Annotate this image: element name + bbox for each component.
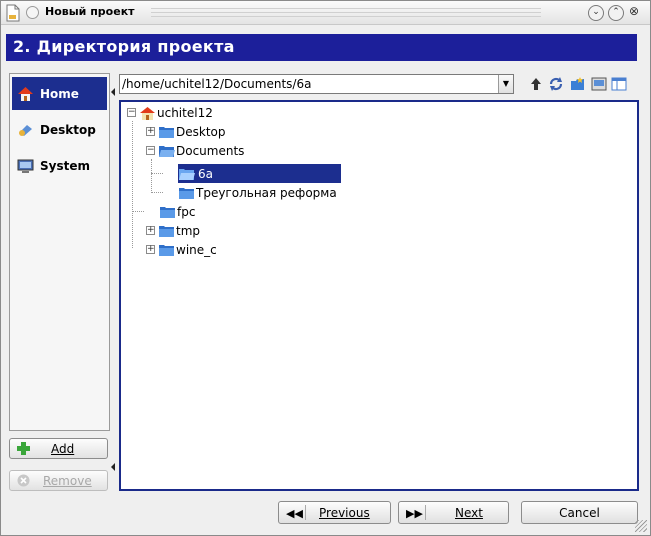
places-sidebar: Home Desktop System (9, 73, 110, 431)
splitter-handle-bottom[interactable] (111, 463, 115, 471)
title-bar[interactable]: Новый проект ⌄ ⌃ ⊗ (1, 1, 650, 25)
previous-button[interactable]: ◀◀ Previous (278, 501, 391, 524)
tree-node-label: Documents (176, 143, 245, 158)
desktop-icon (19, 125, 32, 136)
path-field[interactable]: /home/uchitel12/Documents/6a (122, 77, 311, 91)
collapse-icon[interactable]: − (146, 146, 155, 155)
resize-grip[interactable] (635, 520, 647, 532)
tree-node-fpc[interactable]: fpc (159, 202, 195, 221)
up-arrow-icon[interactable] (528, 76, 544, 92)
expand-icon[interactable]: + (146, 245, 155, 254)
folder-open-icon (159, 145, 175, 157)
tree-node-desktop[interactable]: + Desktop (146, 122, 226, 141)
new-folder-icon[interactable] (570, 76, 586, 92)
cancel-button[interactable]: Cancel (521, 501, 638, 524)
expand-icon[interactable]: + (146, 226, 155, 235)
home-icon (18, 87, 33, 101)
sidebar-item-home[interactable]: Home (12, 77, 107, 110)
add-button-label: Add (51, 441, 75, 456)
tree-node-wine-c[interactable]: + wine_c (146, 240, 217, 259)
sidebar-item-label: System (40, 158, 90, 173)
tree-node-6a[interactable]: 6a (178, 164, 341, 183)
previous-button-label: Previous (319, 505, 370, 520)
tree-node-label: 6a (196, 166, 215, 181)
folder-icon (159, 225, 174, 237)
home-folder-icon (140, 106, 155, 120)
folder-icon (159, 126, 174, 138)
sidebar-item-system[interactable]: System (12, 149, 107, 182)
expand-icon[interactable]: + (146, 127, 155, 136)
sidebar-item-label: Desktop (40, 122, 96, 137)
tree-node-documents[interactable]: − Documents (146, 141, 244, 160)
tree-node-label: tmp (176, 223, 201, 238)
add-button[interactable]: Add (9, 438, 108, 459)
remove-icon (17, 474, 30, 487)
tree-node-tmp[interactable]: + tmp (146, 221, 200, 240)
directory-tree[interactable]: − uchitel12 + Desktop − Documents 6a Тре… (119, 100, 639, 491)
show-preview-icon[interactable] (591, 76, 607, 92)
tree-node-label: Треугольная реформа (196, 185, 337, 200)
remove-button-label: Remove (43, 473, 92, 488)
tree-node-label: wine_c (176, 242, 217, 257)
tree-node-root[interactable]: − uchitel12 (127, 103, 213, 122)
tree-node-treugolnaya-reforma[interactable]: Треугольная реформа (178, 183, 337, 202)
folder-open-icon (179, 168, 195, 180)
new-project-dialog: Новый проект ⌄ ⌃ ⊗ 2. Директория проекта… (0, 0, 651, 536)
system-icon (17, 159, 34, 173)
tree-node-label: fpc (177, 204, 196, 219)
tree-node-label: Desktop (176, 124, 226, 139)
splitter-handle[interactable] (111, 88, 115, 96)
chevron-down-icon[interactable]: ⌄ (588, 5, 604, 21)
rewind-icon: ◀◀ (286, 507, 303, 520)
chevron-up-icon[interactable]: ⌃ (608, 5, 624, 21)
collapse-icon[interactable]: − (127, 108, 136, 117)
title-bar-decoration (151, 8, 541, 17)
folder-icon (179, 187, 194, 199)
page-title: 2. Директория проекта (13, 37, 235, 56)
remove-button[interactable]: Remove (9, 470, 108, 491)
next-button[interactable]: ▶▶ Next (398, 501, 509, 524)
plus-icon (17, 442, 30, 455)
chevron-down-icon[interactable]: ▼ (498, 75, 513, 93)
window-title: Новый проект (45, 5, 135, 18)
detailed-view-icon[interactable] (611, 76, 627, 92)
folder-icon (160, 206, 175, 218)
cancel-button-label: Cancel (559, 505, 600, 520)
reload-icon[interactable] (548, 76, 564, 92)
new-document-icon (6, 4, 20, 22)
tree-node-label: uchitel12 (157, 105, 213, 120)
wizard-step-header: 2. Директория проекта (6, 34, 637, 61)
forward-icon: ▶▶ (406, 507, 423, 520)
window-menu-icon[interactable] (26, 6, 39, 19)
next-button-label: Next (455, 505, 483, 520)
close-icon[interactable]: ⊗ (626, 5, 642, 21)
folder-icon (159, 244, 174, 256)
path-combo-box[interactable]: /home/uchitel12/Documents/6a ▼ (119, 74, 514, 94)
sidebar-item-label: Home (40, 86, 79, 101)
sidebar-item-desktop[interactable]: Desktop (12, 113, 107, 146)
